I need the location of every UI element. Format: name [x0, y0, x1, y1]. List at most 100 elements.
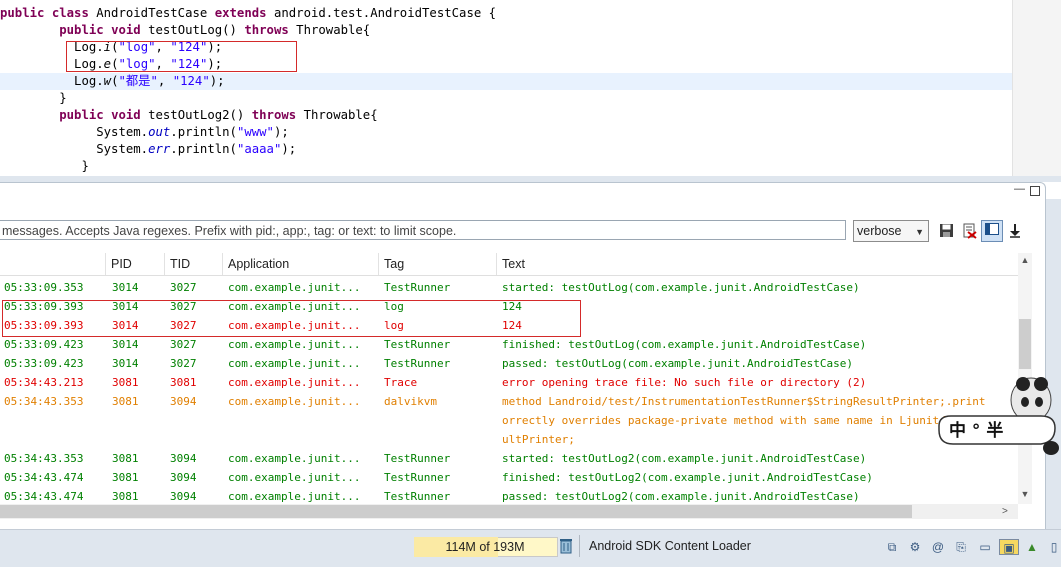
code-token: w: [103, 74, 112, 88]
code-token: public: [59, 23, 112, 37]
cell-tag: TestRunner: [384, 338, 451, 351]
code-line[interactable]: public void testOutLog() throws Throwabl…: [0, 22, 1012, 39]
cell-time: 05:33:09.353: [4, 281, 84, 294]
cell-time: 05:34:43.474: [4, 471, 84, 484]
code-token: class: [51, 6, 97, 20]
code-token: .println(: [170, 125, 237, 139]
editor-scrollbar[interactable]: [1012, 0, 1061, 176]
cell-text: started: testOutLog(com.example.junit.An…: [502, 281, 860, 294]
cell-application: [228, 411, 376, 430]
cell-text: finished: testOutLog2(com.example.junit.…: [502, 471, 873, 484]
column-header-tag[interactable]: Tag: [378, 253, 496, 275]
monitor-icon[interactable]: ▭: [977, 539, 993, 555]
code-token: void: [111, 23, 149, 37]
save-icon[interactable]: [938, 223, 954, 239]
logcat-filter-input[interactable]: messages. Accepts Java regexes. Prefix w…: [0, 220, 846, 240]
cell-tid: 3094: [170, 395, 197, 408]
code-line[interactable]: Log.w("都是", "124");: [0, 73, 1012, 90]
device-icon[interactable]: ▯: [1046, 539, 1061, 555]
scroll-lock-icon[interactable]: [1007, 223, 1023, 239]
clear-log-icon[interactable]: [961, 223, 977, 239]
cell-application: com.example.junit...: [228, 357, 361, 370]
table-row[interactable]: 05:33:09.423 3014 3027 com.example.junit...…: [0, 354, 1018, 373]
cell-tag: [384, 411, 496, 430]
table-row[interactable]: 05:33:09.353 3014 3027 com.example.junit...…: [0, 278, 1018, 297]
cell-time: 05:33:09.423: [4, 357, 84, 370]
window-icon[interactable]: ⧉: [884, 539, 900, 555]
ime-status-sticker[interactable]: 中 ° 半: [937, 372, 1061, 460]
heap-status-label: 114M of 193M: [445, 540, 525, 554]
scrollbar-thumb[interactable]: [1019, 319, 1031, 369]
column-header-time[interactable]: [0, 253, 105, 275]
code-token: testOutLog(): [148, 23, 245, 37]
cell-text: passed: testOutLog2(com.example.junit.An…: [502, 490, 860, 503]
trash-icon[interactable]: [559, 538, 573, 554]
code-line[interactable]: }: [0, 158, 1012, 175]
cell-application: com.example.junit...: [228, 490, 361, 503]
android-icon[interactable]: ▲: [1024, 539, 1040, 555]
cell-application: com.example.junit...: [228, 452, 361, 465]
cell-tag: Trace: [384, 376, 418, 389]
code-line[interactable]: System.err.println("aaaa");: [0, 141, 1012, 158]
code-token: .println(: [170, 142, 237, 156]
at-icon[interactable]: @: [930, 539, 946, 555]
code-token: System.: [96, 125, 149, 139]
log-level-select[interactable]: verbose ▼: [853, 220, 929, 242]
table-row[interactable]: 05:34:43.353 3081 3094 com.example.junit...…: [0, 392, 1018, 411]
scroll-right-icon[interactable]: >: [1002, 504, 1008, 519]
table-row[interactable]: orrectly overrides package-private metho…: [0, 411, 1018, 430]
ddms-icon[interactable]: ▣: [999, 539, 1019, 555]
cell-time: 05:33:09.423: [4, 338, 84, 351]
code-token: public: [59, 108, 112, 122]
cell-pid: 3014: [112, 338, 139, 351]
code-token: out: [148, 125, 171, 139]
column-header-pid[interactable]: PID: [105, 253, 164, 275]
code-line[interactable]: System.out.println("www");: [0, 124, 1012, 141]
table-row[interactable]: 05:33:09.423 3014 3027 com.example.junit...…: [0, 335, 1018, 354]
scroll-down-icon[interactable]: ▼: [1018, 489, 1032, 499]
table-row[interactable]: 05:34:43.213 3081 3081 com.example.junit...…: [0, 373, 1018, 392]
log-horizontal-scrollbar[interactable]: >: [0, 504, 1018, 519]
toggle-filter-panel-icon[interactable]: [981, 220, 1003, 242]
javadoc-icon[interactable]: ⎘: [953, 539, 969, 555]
minimize-button[interactable]: —: [1014, 184, 1025, 195]
table-row[interactable]: 05:34:43.474 3081 3094 com.example.junit...…: [0, 468, 1018, 487]
code-token: ,: [157, 74, 173, 88]
cell-time: [4, 411, 104, 430]
scroll-up-icon[interactable]: ▲: [1018, 255, 1032, 265]
maximize-button[interactable]: [1030, 186, 1040, 196]
table-row[interactable]: ultPrinter;: [0, 430, 1018, 449]
cell-tid: 3094: [170, 452, 197, 465]
column-header-text[interactable]: Text: [496, 253, 1018, 275]
cell-application: com.example.junit...: [228, 338, 361, 351]
scrollbar-thumb[interactable]: [0, 505, 912, 518]
cell-tid: 3027: [170, 338, 197, 351]
column-header-application[interactable]: Application: [222, 253, 378, 275]
code-line[interactable]: public void testOutLog2() throws Throwab…: [0, 107, 1012, 124]
cell-application: com.example.junit...: [228, 281, 361, 294]
cell-time: 05:34:43.474: [4, 490, 84, 503]
cell-time: 05:34:43.353: [4, 395, 84, 408]
cell-tid: [170, 430, 222, 449]
table-row[interactable]: 05:34:43.474 3081 3094 com.example.junit...…: [0, 487, 1018, 505]
code-token: testOutLog2(): [148, 108, 252, 122]
code-token: AndroidTestCase: [96, 6, 215, 20]
cell-tag: TestRunner: [384, 452, 451, 465]
code-editor[interactable]: public class AndroidTestCase extends and…: [0, 0, 1012, 176]
cell-tid: 3027: [170, 281, 197, 294]
code-token: Throwable{: [296, 23, 371, 37]
table-row[interactable]: 05:34:43.353 3081 3094 com.example.junit...…: [0, 449, 1018, 468]
code-line[interactable]: public class AndroidTestCase extends and…: [0, 5, 1012, 22]
code-line[interactable]: }: [0, 90, 1012, 107]
cell-time: [4, 430, 104, 449]
code-token: err: [148, 142, 171, 156]
column-header-tid[interactable]: TID: [164, 253, 222, 275]
settings-icon[interactable]: ⚙: [907, 539, 923, 555]
cell-tid: [170, 411, 222, 430]
code-token: );: [273, 125, 289, 139]
code-token: "www": [236, 125, 274, 139]
cell-application: com.example.junit...: [228, 376, 361, 389]
